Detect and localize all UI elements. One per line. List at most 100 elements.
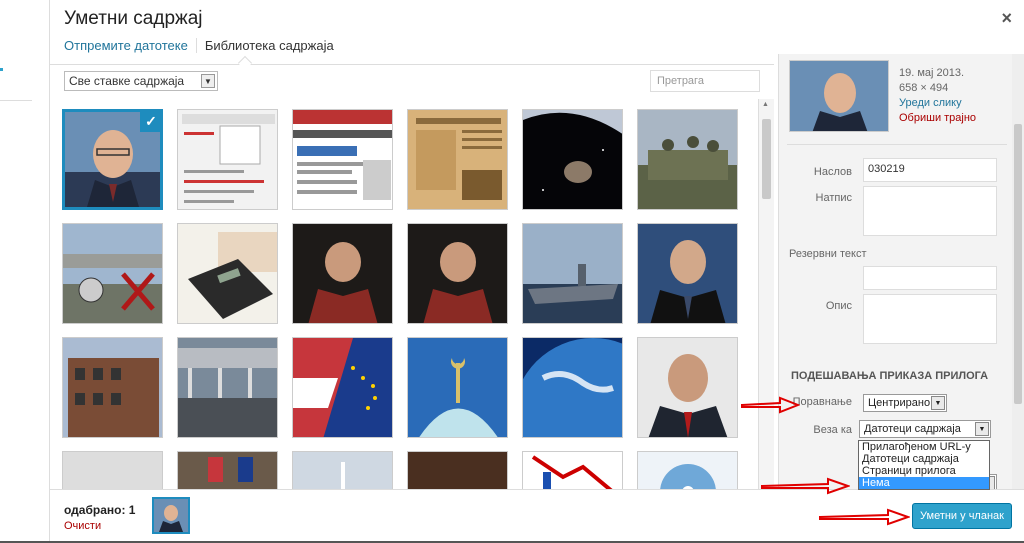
- media-item-earth-clouds[interactable]: [522, 337, 623, 438]
- title-input[interactable]: 030219: [863, 158, 997, 182]
- media-item-serbia-eu-flags[interactable]: [292, 337, 393, 438]
- media-item-chart-partial[interactable]: [522, 451, 623, 489]
- partial-image: [63, 452, 162, 489]
- website-image: [293, 110, 392, 209]
- tab-upload-files[interactable]: Отпремите датотеке: [64, 38, 197, 53]
- search-input[interactable]: Претрага: [650, 70, 760, 92]
- media-filter-select[interactable]: Све ставке садржаја ▼: [64, 71, 218, 91]
- attachment-dimensions: 658 × 494: [899, 82, 949, 94]
- selected-check-icon[interactable]: ✓: [140, 112, 160, 132]
- description-textarea[interactable]: [863, 294, 997, 344]
- media-item-book-partial[interactable]: [407, 451, 508, 489]
- media-item-soldiers-vehicle[interactable]: [637, 109, 738, 210]
- media-item-space-asteroid[interactable]: [522, 109, 623, 210]
- media-item-rocket-launch[interactable]: [292, 451, 393, 489]
- mosque-image: [408, 338, 507, 437]
- media-item-man-red-tie[interactable]: [637, 337, 738, 438]
- calculator-image: [178, 224, 277, 323]
- title-label: Наслов: [813, 166, 852, 178]
- media-item-pipeline-valves[interactable]: [62, 223, 163, 324]
- earth-image: [523, 338, 622, 437]
- display-settings-heading: ПОДЕШАВАЊА ПРИКАЗА ПРИЛОГА: [791, 370, 989, 382]
- man-red-shirt-2-image: [408, 224, 507, 323]
- media-item-man-red-shirt-2[interactable]: [407, 223, 508, 324]
- selected-item-thumbnail[interactable]: [152, 497, 190, 534]
- annotation-arrow-none-option: [761, 477, 850, 495]
- chevron-down-icon: ▼: [201, 74, 215, 88]
- background-page-strip: [0, 0, 50, 543]
- chevron-down-icon: ▼: [931, 396, 945, 410]
- media-item-highway-toll[interactable]: [177, 337, 278, 438]
- man-red-tie-image: [638, 338, 737, 437]
- attachment-details-sidebar: 19. мај 2013. 658 × 494 Уреди слику Обри…: [778, 54, 1024, 490]
- caption-label: Натпис: [815, 192, 852, 204]
- link-to-options-list[interactable]: Прилагођеном URL-у Датотеци садржаја Стр…: [858, 440, 990, 490]
- media-modal: Уметни садржај × Отпремите датотеке Библ…: [50, 0, 1024, 543]
- caption-textarea[interactable]: [863, 186, 997, 236]
- screenshot-image: [178, 110, 277, 209]
- filter-value: Све ставке садржаја: [69, 74, 185, 88]
- media-item-portrait-man-glasses[interactable]: ✓: [61, 108, 164, 211]
- media-item-flags-partial[interactable]: [177, 451, 278, 489]
- attachment-thumbnail: [789, 60, 889, 132]
- modal-tabs: Отпремите датотеке Библиотека садржаја: [64, 38, 350, 53]
- background-mark: [0, 68, 3, 71]
- media-item-screenshot-website[interactable]: [292, 109, 393, 210]
- selected-thumb-image: [154, 499, 188, 532]
- sidebar-scrollbar[interactable]: [1012, 54, 1024, 490]
- aircraft-carrier-image: [523, 224, 622, 323]
- media-toolbar: Све ставке садржаја ▼ Претрага: [50, 65, 774, 99]
- annotation-arrow-insert: [819, 508, 910, 526]
- background-divider: [0, 100, 32, 101]
- delete-permanently-link[interactable]: Обриши трајно: [899, 111, 976, 126]
- man-red-shirt-image: [293, 224, 392, 323]
- chevron-down-icon: ▼: [975, 422, 989, 436]
- rocket-image: [293, 452, 392, 489]
- media-item-mosque-dome[interactable]: [407, 337, 508, 438]
- selected-count: одабрано: 1: [64, 503, 136, 517]
- edit-image-link[interactable]: Уреди слику: [899, 96, 976, 111]
- attachment-preview-image: [790, 61, 888, 131]
- media-item-calculator-papers[interactable]: [177, 223, 278, 324]
- link-option-attachment-page[interactable]: Страници прилога: [859, 465, 989, 477]
- sidebar-divider: [787, 144, 1007, 145]
- grid-scroll-thumb[interactable]: [762, 119, 771, 199]
- cd-image: [638, 452, 737, 489]
- insert-into-post-button[interactable]: Уметни у чланак: [912, 503, 1012, 529]
- annotation-arrow-alignment: [741, 396, 800, 414]
- flags-image: [293, 338, 392, 437]
- pipeline-image: [63, 224, 162, 323]
- tab-media-library[interactable]: Библиотека садржаја: [205, 38, 342, 53]
- link-option-none[interactable]: Нема: [859, 477, 989, 489]
- media-item-building-facade[interactable]: [62, 337, 163, 438]
- link-to-value: Датотеци садржаја: [864, 423, 961, 435]
- media-grid-container: ✓: [50, 99, 774, 489]
- media-item-screenshot-editor[interactable]: [177, 109, 278, 210]
- alignment-value: Центрирано: [868, 397, 931, 409]
- media-item-cd-partial[interactable]: [637, 451, 738, 489]
- alt-text-input[interactable]: [863, 266, 997, 290]
- sidebar-scroll-thumb[interactable]: [1014, 124, 1022, 404]
- clear-selection-link[interactable]: Очисти: [64, 520, 101, 532]
- flags-partial-image: [178, 452, 277, 489]
- description-label: Опис: [825, 300, 852, 312]
- media-item-man-dark-suit[interactable]: [637, 223, 738, 324]
- space-image: [523, 110, 622, 209]
- highway-toll-image: [178, 338, 277, 437]
- media-item-old-newspaper[interactable]: [407, 109, 508, 210]
- alignment-select[interactable]: Центрирано ▼: [863, 394, 947, 412]
- close-icon[interactable]: ×: [1001, 8, 1012, 29]
- attachment-date: 19. мај 2013.: [899, 67, 965, 79]
- media-item-man-red-shirt[interactable]: [292, 223, 393, 324]
- link-to-label: Веза ка: [813, 424, 852, 436]
- book-image: [408, 452, 507, 489]
- media-item-aircraft-carrier[interactable]: [522, 223, 623, 324]
- scroll-up-icon[interactable]: ▲: [762, 101, 769, 108]
- attachment-meta: 19. мај 2013. 658 × 494 Уреди слику Обри…: [899, 66, 976, 126]
- link-option-custom-url[interactable]: Прилагођеном URL-у: [859, 441, 989, 453]
- link-to-select[interactable]: Датотеци садржаја ▼: [859, 420, 991, 438]
- grid-scrollbar[interactable]: ▲: [758, 99, 774, 489]
- media-item-portrait-partial[interactable]: [62, 451, 163, 489]
- alt-text-label: Резервни текст: [789, 248, 867, 260]
- link-option-media-file[interactable]: Датотеци садржаја: [859, 453, 989, 465]
